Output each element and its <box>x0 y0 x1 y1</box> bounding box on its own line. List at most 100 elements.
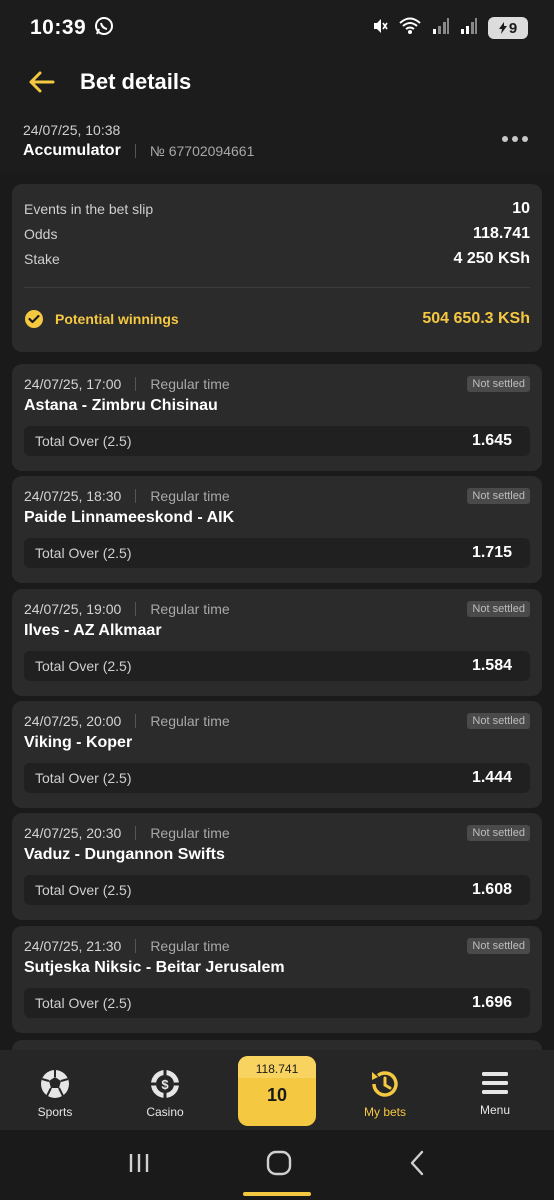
event-match: Sutjeska Niksic - Beitar Jerusalem <box>24 959 285 976</box>
system-nav <box>0 1130 554 1200</box>
status-badge: Not settled <box>467 601 530 617</box>
divider <box>134 144 136 158</box>
event-card[interactable]: 24/07/25, 20:00 Regular time Not settled… <box>12 701 542 808</box>
events-value: 10 <box>512 199 530 217</box>
event-datetime: 24/07/25, 20:00 <box>24 713 122 729</box>
mute-icon <box>372 17 388 40</box>
status-badge: Not settled <box>467 938 530 954</box>
event-market: Total Over (2.5) 1.715 <box>24 538 530 568</box>
back-button[interactable] <box>26 67 56 97</box>
nav-my-bets[interactable]: My bets <box>330 1050 440 1119</box>
event-datetime: 24/07/25, 18:30 <box>24 488 122 504</box>
event-time-type: Regular time <box>150 601 230 617</box>
nav-menu[interactable]: Menu <box>440 1050 550 1117</box>
event-time-type: Regular time <box>150 938 230 954</box>
nav-my-bets-label: My bets <box>363 1105 406 1119</box>
odds-value: 118.741 <box>473 224 530 242</box>
nav-sports-label: Sports <box>37 1105 73 1119</box>
bet-slip-button[interactable]: 118.741 10 <box>238 1056 316 1126</box>
signal-icon <box>432 17 450 40</box>
nav-casino[interactable]: $ Casino <box>110 1050 220 1119</box>
event-match: Viking - Koper <box>24 734 133 751</box>
events-label: Events in the bet slip <box>24 200 154 217</box>
market-name: Total Over (2.5) <box>35 995 132 1011</box>
divider <box>135 826 137 840</box>
bet-slip-odds: 118.741 <box>238 1056 316 1078</box>
recents-icon[interactable] <box>127 1151 151 1180</box>
event-odds: 1.696 <box>471 994 512 1011</box>
bet-datetime: 24/07/25, 10:38 <box>23 122 121 138</box>
event-datetime: 24/07/25, 20:30 <box>24 825 122 841</box>
winnings-label: Potential winnings <box>55 311 179 327</box>
bet-header: 24/07/25, 10:38 Accumulator № 6770209466… <box>0 108 554 172</box>
market-name: Total Over (2.5) <box>35 770 132 786</box>
status-badge: Not settled <box>467 488 530 504</box>
event-card[interactable]: 24/07/25, 17:00 Regular time Not settled… <box>12 364 542 471</box>
bet-type: Accumulator <box>23 142 121 159</box>
event-time-type: Regular time <box>150 713 230 729</box>
event-odds: 1.645 <box>471 432 512 449</box>
event-datetime: 24/07/25, 21:30 <box>24 938 122 954</box>
event-time-type: Regular time <box>150 825 230 841</box>
home-icon[interactable] <box>266 1150 292 1181</box>
event-match: Paide Linnameeskond - AIK <box>24 509 235 526</box>
back-icon[interactable] <box>407 1150 427 1181</box>
svg-text:$: $ <box>161 1077 169 1092</box>
market-name: Total Over (2.5) <box>35 545 132 561</box>
event-match: Astana - Zimbru Chisinau <box>24 397 218 414</box>
event-odds: 1.584 <box>471 657 512 674</box>
event-match: Vaduz - Dungannon Swifts <box>24 846 225 863</box>
bet-summary: Events in the bet slip 10 Odds 118.741 S… <box>12 184 542 352</box>
status-bar: 10:39 9 <box>0 0 554 56</box>
bet-number: № 67702094661 <box>149 143 255 159</box>
event-time-type: Regular time <box>150 376 230 392</box>
event-card[interactable]: 24/07/25, 19:00 Regular time Not settled… <box>12 589 542 696</box>
status-badge: Not settled <box>467 825 530 841</box>
more-icon[interactable] <box>502 136 528 142</box>
nav-casino-label: Casino <box>146 1105 184 1119</box>
battery-icon: 9 <box>488 17 528 39</box>
history-icon <box>372 1071 398 1097</box>
check-circle-icon <box>25 310 43 328</box>
stake-value: 4 250 KSh <box>453 249 530 267</box>
event-market: Total Over (2.5) 1.444 <box>24 763 530 793</box>
divider <box>135 602 137 616</box>
divider <box>135 939 137 953</box>
signal-icon <box>460 17 478 40</box>
divider <box>24 287 530 288</box>
market-name: Total Over (2.5) <box>35 433 132 449</box>
nav-sports[interactable]: Sports <box>0 1050 110 1119</box>
market-name: Total Over (2.5) <box>35 882 132 898</box>
home-indicator <box>243 1192 311 1196</box>
winnings-value: 504 650.3 KSh <box>422 310 530 327</box>
event-market: Total Over (2.5) 1.645 <box>24 426 530 456</box>
event-match: Ilves - AZ Alkmaar <box>24 622 162 639</box>
wifi-icon <box>398 16 422 41</box>
whatsapp-icon <box>94 16 114 41</box>
nav-menu-label: Menu <box>479 1103 511 1117</box>
event-datetime: 24/07/25, 17:00 <box>24 376 122 392</box>
event-odds: 1.608 <box>471 881 512 898</box>
status-time: 10:39 <box>30 16 87 39</box>
soccer-ball-icon <box>41 1070 69 1098</box>
odds-label: Odds <box>24 225 58 242</box>
back-arrow-icon <box>29 71 55 93</box>
divider <box>135 489 137 503</box>
event-odds: 1.444 <box>471 769 512 786</box>
event-card[interactable]: 24/07/25, 18:30 Regular time Not settled… <box>12 476 542 583</box>
event-card[interactable]: 24/07/25, 20:30 Regular time Not settled… <box>12 813 542 920</box>
event-time-type: Regular time <box>150 488 230 504</box>
event-market: Total Over (2.5) 1.696 <box>24 988 530 1018</box>
menu-icon <box>482 1072 508 1094</box>
divider <box>135 714 137 728</box>
page-title: Bet details <box>80 69 192 94</box>
status-badge: Not settled <box>467 376 530 392</box>
event-market: Total Over (2.5) 1.608 <box>24 875 530 905</box>
event-card[interactable]: 24/07/25, 21:30 Regular time Not settled… <box>12 926 542 1033</box>
casino-chip-icon: $ <box>151 1070 179 1098</box>
app-header: Bet details <box>0 56 554 108</box>
status-badge: Not settled <box>467 713 530 729</box>
event-market: Total Over (2.5) 1.584 <box>24 651 530 681</box>
divider <box>135 377 137 391</box>
event-datetime: 24/07/25, 19:00 <box>24 601 122 617</box>
